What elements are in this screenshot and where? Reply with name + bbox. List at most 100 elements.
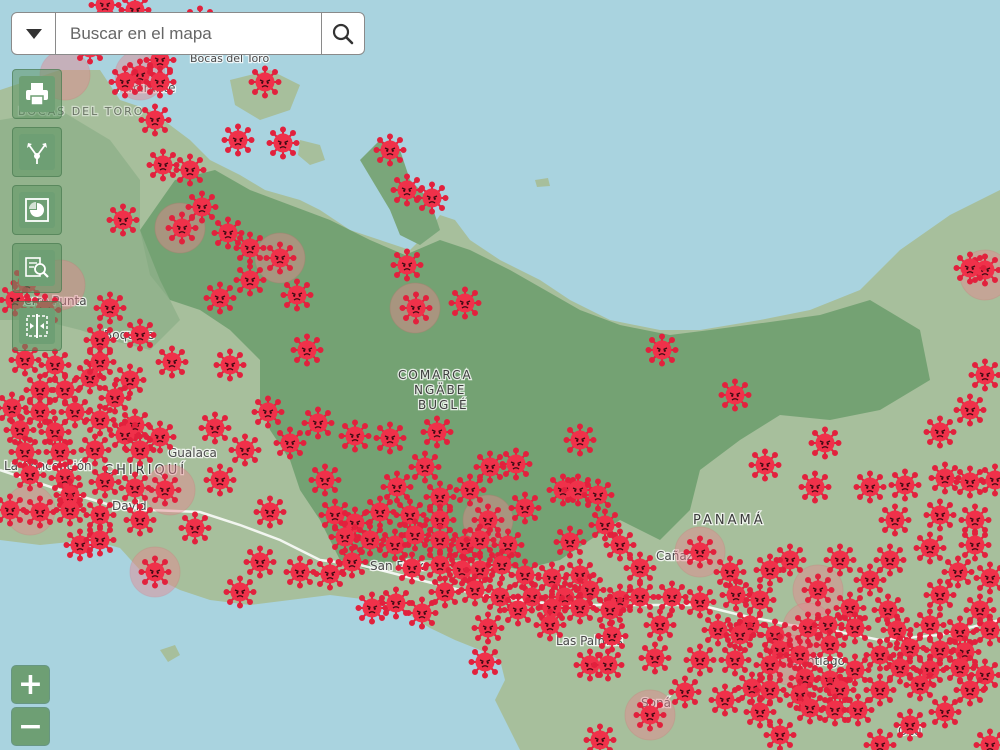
virus-marker-icon[interactable] xyxy=(683,585,717,619)
virus-marker-icon[interactable] xyxy=(93,291,127,325)
virus-marker-icon[interactable] xyxy=(301,406,335,440)
search-dropdown-button[interactable] xyxy=(12,13,56,54)
compare-button[interactable] xyxy=(12,301,62,351)
virus-marker-icon[interactable] xyxy=(563,591,597,625)
virus-marker-icon[interactable] xyxy=(148,473,182,507)
virus-marker-icon[interactable] xyxy=(203,281,237,315)
virus-marker-icon[interactable] xyxy=(903,668,937,702)
virus-marker-icon[interactable] xyxy=(88,465,122,499)
virus-marker-icon[interactable] xyxy=(43,435,77,469)
query-button[interactable] xyxy=(12,243,62,293)
virus-marker-icon[interactable] xyxy=(355,591,389,625)
virus-marker-icon[interactable] xyxy=(468,645,502,679)
virus-marker-icon[interactable] xyxy=(783,638,817,672)
virus-marker-icon[interactable] xyxy=(138,103,172,137)
virus-marker-icon[interactable] xyxy=(223,575,257,609)
virus-marker-icon[interactable] xyxy=(923,498,957,532)
virus-marker-icon[interactable] xyxy=(953,251,987,285)
virus-marker-icon[interactable] xyxy=(213,348,247,382)
virus-marker-icon[interactable] xyxy=(253,495,287,529)
virus-marker-icon[interactable] xyxy=(390,248,424,282)
virus-marker-icon[interactable] xyxy=(888,468,922,502)
virus-marker-icon[interactable] xyxy=(273,426,307,460)
virus-marker-icon[interactable] xyxy=(138,555,172,589)
virus-marker-icon[interactable] xyxy=(838,611,872,645)
virus-marker-icon[interactable] xyxy=(266,126,300,160)
virus-marker-icon[interactable] xyxy=(308,463,342,497)
virus-marker-icon[interactable] xyxy=(708,683,742,717)
virus-marker-icon[interactable] xyxy=(106,203,140,237)
virus-marker-icon[interactable] xyxy=(561,473,595,507)
virus-marker-icon[interactable] xyxy=(763,718,797,750)
virus-marker-icon[interactable] xyxy=(701,613,735,647)
virus-marker-icon[interactable] xyxy=(683,535,717,569)
virus-marker-icon[interactable] xyxy=(913,531,947,565)
virus-marker-icon[interactable] xyxy=(499,447,533,481)
search-button[interactable] xyxy=(321,13,364,54)
virus-marker-icon[interactable] xyxy=(363,495,397,529)
virus-marker-icon[interactable] xyxy=(83,523,117,557)
virus-marker-icon[interactable] xyxy=(173,153,207,187)
virus-marker-icon[interactable] xyxy=(63,528,97,562)
virus-marker-icon[interactable] xyxy=(501,593,535,627)
virus-marker-icon[interactable] xyxy=(591,648,625,682)
virus-marker-icon[interactable] xyxy=(283,555,317,589)
virus-marker-icon[interactable] xyxy=(458,573,492,607)
virus-marker-icon[interactable] xyxy=(338,419,372,453)
virus-marker-icon[interactable] xyxy=(98,381,132,415)
virus-marker-icon[interactable] xyxy=(798,470,832,504)
virus-marker-icon[interactable] xyxy=(123,433,157,467)
chart-button[interactable] xyxy=(12,185,62,235)
virus-marker-icon[interactable] xyxy=(198,411,232,445)
virus-marker-icon[interactable] xyxy=(491,528,525,562)
virus-marker-icon[interactable] xyxy=(405,596,439,630)
virus-marker-icon[interactable] xyxy=(718,643,752,677)
virus-marker-icon[interactable] xyxy=(335,545,369,579)
virus-marker-icon[interactable] xyxy=(233,263,267,297)
virus-marker-icon[interactable] xyxy=(38,415,72,449)
virus-marker-icon[interactable] xyxy=(380,470,414,504)
virus-marker-icon[interactable] xyxy=(228,433,262,467)
virus-marker-icon[interactable] xyxy=(23,495,57,529)
virus-marker-icon[interactable] xyxy=(713,555,747,589)
virus-marker-icon[interactable] xyxy=(108,65,142,99)
virus-marker-icon[interactable] xyxy=(8,435,42,469)
virus-marker-icon[interactable] xyxy=(83,345,117,379)
virus-marker-icon[interactable] xyxy=(723,618,757,652)
virus-marker-icon[interactable] xyxy=(251,395,285,429)
virus-marker-icon[interactable] xyxy=(833,591,867,625)
virus-marker-icon[interactable] xyxy=(668,675,702,709)
virus-marker-icon[interactable] xyxy=(399,291,433,325)
virus-marker-icon[interactable] xyxy=(813,628,847,662)
virus-marker-icon[interactable] xyxy=(248,65,282,99)
virus-marker-icon[interactable] xyxy=(533,608,567,642)
virus-marker-icon[interactable] xyxy=(923,578,957,612)
virus-marker-icon[interactable] xyxy=(165,211,199,245)
virus-marker-icon[interactable] xyxy=(801,573,835,607)
virus-marker-icon[interactable] xyxy=(581,478,615,512)
virus-marker-icon[interactable] xyxy=(633,698,667,732)
virus-marker-icon[interactable] xyxy=(233,231,267,265)
virus-marker-icon[interactable] xyxy=(958,528,992,562)
virus-marker-icon[interactable] xyxy=(683,643,717,677)
virus-marker-icon[interactable] xyxy=(638,641,672,675)
virus-marker-icon[interactable] xyxy=(118,471,152,505)
virus-marker-icon[interactable] xyxy=(508,558,542,592)
virus-marker-icon[interactable] xyxy=(643,608,677,642)
virus-marker-icon[interactable] xyxy=(623,580,657,614)
virus-marker-icon[interactable] xyxy=(645,333,679,367)
virus-marker-icon[interactable] xyxy=(928,461,962,495)
virus-marker-icon[interactable] xyxy=(373,421,407,455)
virus-marker-icon[interactable] xyxy=(123,318,157,352)
virus-marker-icon[interactable] xyxy=(393,498,427,532)
virus-marker-icon[interactable] xyxy=(453,473,487,507)
virus-marker-icon[interactable] xyxy=(968,358,1000,392)
virus-marker-icon[interactable] xyxy=(471,611,505,645)
virus-marker-icon[interactable] xyxy=(748,448,782,482)
virus-marker-icon[interactable] xyxy=(143,65,177,99)
virus-marker-icon[interactable] xyxy=(328,520,362,554)
virus-marker-icon[interactable] xyxy=(853,470,887,504)
virus-marker-icon[interactable] xyxy=(53,493,87,527)
virus-marker-icon[interactable] xyxy=(373,133,407,167)
print-button[interactable] xyxy=(12,69,62,119)
